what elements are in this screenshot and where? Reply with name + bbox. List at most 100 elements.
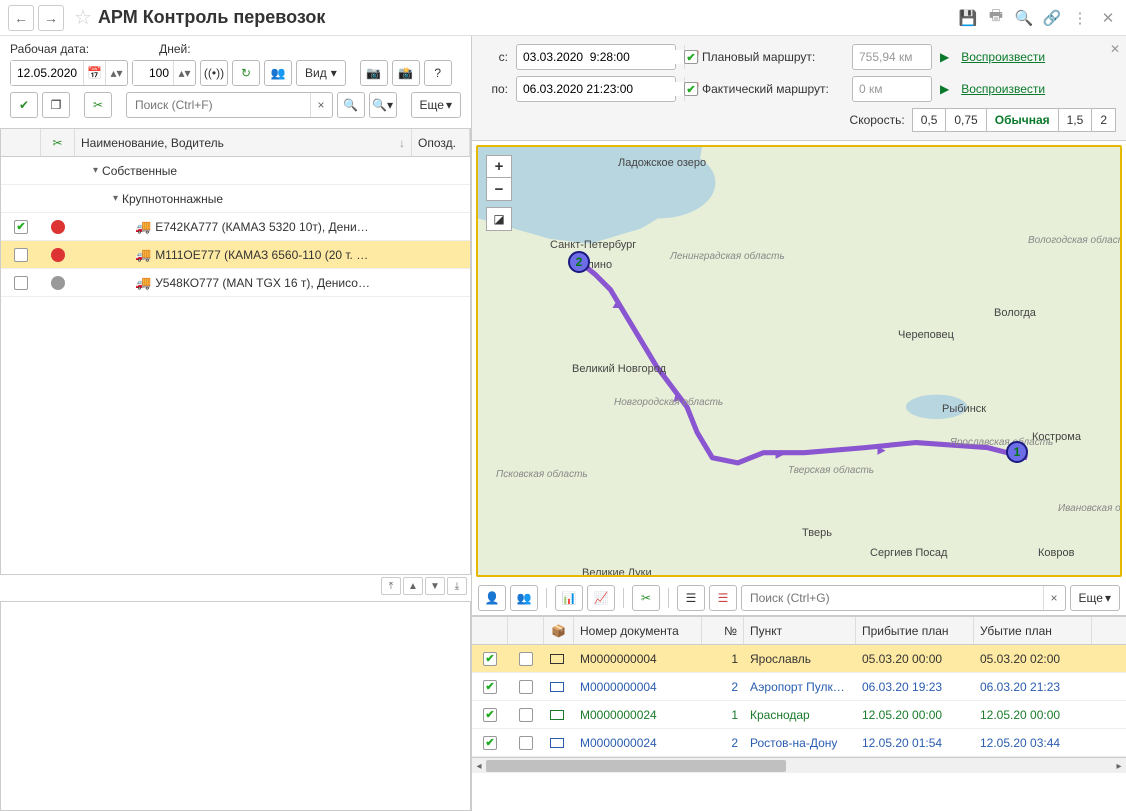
route-panel-close-icon[interactable]: ✕ — [1110, 42, 1120, 56]
save-icon[interactable]: 💾 — [958, 8, 978, 28]
single-user-icon[interactable]: 👤 — [478, 585, 506, 611]
point-row[interactable]: ✔ М0000000004 1 Ярославль 05.03.20 00:00… — [472, 645, 1126, 673]
map-zoom-in[interactable]: + — [487, 156, 511, 178]
map-layers-icon[interactable]: ◪ — [486, 207, 512, 231]
row-checkbox[interactable] — [14, 276, 28, 290]
nav-forward-button[interactable]: → — [38, 5, 64, 31]
row-checkbox[interactable]: ✔ — [483, 708, 497, 722]
calendar-icon[interactable]: 📅 — [83, 61, 105, 85]
h-scrollbar[interactable]: ◂ ▸ — [472, 757, 1126, 773]
row-checkbox2[interactable] — [519, 680, 533, 694]
points-search-input[interactable]: × — [741, 585, 1066, 611]
camera-icon[interactable]: 📷 — [360, 60, 388, 86]
speed-option[interactable]: 0,5 — [912, 108, 947, 132]
planned-route-checkbox[interactable]: ✔Плановый маршрут: — [684, 50, 844, 64]
scroll-thumb[interactable] — [486, 760, 786, 772]
users-icon[interactable]: 👥 — [264, 60, 292, 86]
route-map[interactable]: + − ◪ Санкт-ПетербургВеликий Новг — [476, 145, 1122, 577]
check-all-button[interactable]: ✔ — [10, 92, 38, 118]
col-name[interactable]: Наименование, Водитель — [81, 136, 224, 150]
row-checkbox[interactable]: ✔ — [483, 736, 497, 750]
copy-button[interactable]: ❐ — [42, 92, 70, 118]
chart2-icon[interactable]: 📈 — [587, 585, 615, 611]
refresh-icon[interactable]: ↻ — [232, 60, 260, 86]
route-tool-icon[interactable]: ✂ — [632, 585, 660, 611]
map-waypoint[interactable]: 2 — [568, 251, 590, 273]
search-input[interactable]: × — [126, 92, 333, 118]
row-checkbox2[interactable] — [519, 736, 533, 750]
list2-icon[interactable]: ☰ — [709, 585, 737, 611]
search-clear-icon[interactable]: × — [1043, 586, 1065, 610]
days-input[interactable]: ▴▾ — [132, 60, 196, 86]
print-icon[interactable]: 🖶 — [986, 8, 1006, 28]
scroll-right-arrow[interactable]: ▸ — [1112, 758, 1126, 774]
days-spinner[interactable]: ▴▾ — [173, 61, 195, 85]
nav-back-button[interactable]: ← — [8, 5, 34, 31]
vehicle-row[interactable]: ✔ 🚚Е742КА777 (КАМАЗ 5320 10т), Дени… — [1, 213, 470, 241]
point-row[interactable]: ✔ М0000000024 2 Ростов-на-Дону 12.05.20 … — [472, 729, 1126, 757]
speed-option[interactable]: 2 — [1091, 108, 1116, 132]
list1-icon[interactable]: ☰ — [677, 585, 705, 611]
play-planned-link[interactable]: Воспроизвести — [961, 50, 1045, 64]
menu-dots-icon[interactable]: ⋮ — [1070, 8, 1090, 28]
speed-option[interactable]: 0,75 — [945, 108, 986, 132]
col-doc[interactable]: Номер документа — [574, 617, 702, 644]
map-city-label: Великие Луки — [582, 567, 652, 577]
scroll-left-arrow[interactable]: ◂ — [472, 758, 486, 774]
view-mode-button[interactable]: Вид▾ — [296, 60, 346, 86]
row-checkbox[interactable]: ✔ — [483, 652, 497, 666]
multi-user-icon[interactable]: 👥 — [510, 585, 538, 611]
search-down-icon[interactable]: 🔍▾ — [369, 92, 397, 118]
point-name: Ярославль — [744, 645, 856, 672]
row-checkbox[interactable] — [14, 248, 28, 262]
row-checkbox2[interactable] — [519, 708, 533, 722]
actual-route-checkbox[interactable]: ✔Фактический маршрут: — [684, 82, 844, 96]
search-clear-icon[interactable]: × — [310, 93, 332, 117]
tree-nav-down[interactable]: ▼ — [425, 577, 445, 595]
chart1-icon[interactable]: 📊 — [555, 585, 583, 611]
group-own[interactable]: Собственные — [102, 164, 177, 178]
row-checkbox[interactable]: ✔ — [14, 220, 28, 234]
play-icon[interactable]: ▶ — [940, 82, 949, 96]
col-num[interactable]: № — [702, 617, 744, 644]
route-tool-button[interactable]: ✂ — [84, 92, 112, 118]
snapshot-icon[interactable]: 📸 — [392, 60, 420, 86]
map-zoom-out[interactable]: − — [487, 178, 511, 200]
col-arrival[interactable]: Прибытие план — [856, 617, 974, 644]
row-checkbox2[interactable] — [519, 652, 533, 666]
signal-icon[interactable]: ((•)) — [200, 60, 228, 86]
tree-nav-up[interactable]: ▲ — [403, 577, 423, 595]
left-bottom-panel — [0, 601, 471, 811]
vehicle-row[interactable]: 🚚У548КО777 (MAN TGX 16 т), Денисо… — [1, 269, 470, 297]
group-heavy[interactable]: Крупнотоннажные — [122, 192, 223, 206]
col-departure[interactable]: Убытие план — [974, 617, 1092, 644]
play-actual-link[interactable]: Воспроизвести — [961, 82, 1045, 96]
departure-plan: 12.05.20 03:44 — [974, 729, 1092, 756]
speed-selector[interactable]: 0,50,75Обычная1,52 — [913, 108, 1116, 132]
work-date-input[interactable]: 📅 ▴▾ — [10, 60, 128, 86]
points-more-button[interactable]: Еще▾ — [1070, 585, 1120, 611]
col-point[interactable]: Пункт — [744, 617, 856, 644]
tree-nav-bottom[interactable]: ⤓ — [447, 577, 467, 595]
speed-option[interactable]: Обычная — [986, 108, 1059, 132]
point-row[interactable]: ✔ М0000000004 2 Аэропорт Пулк… 06.03.20 … — [472, 673, 1126, 701]
point-row[interactable]: ✔ М0000000024 1 Краснодар 12.05.20 00:00… — [472, 701, 1126, 729]
favorite-star-icon[interactable]: ☆ — [74, 5, 92, 30]
preview-icon[interactable]: 🔍 — [1014, 8, 1034, 28]
link-icon[interactable]: 🔗 — [1042, 8, 1062, 28]
play-icon[interactable]: ▶ — [940, 50, 949, 64]
help-icon[interactable]: ? — [424, 60, 452, 86]
tree-nav-top[interactable]: ⤒ — [381, 577, 401, 595]
vehicle-row[interactable]: 🚚М111ОЕ777 (КАМАЗ 6560-110 (20 т. … — [1, 241, 470, 269]
col-late[interactable]: Опозд. — [418, 136, 456, 150]
speed-option[interactable]: 1,5 — [1058, 108, 1093, 132]
more-actions-button[interactable]: Еще▾ — [411, 92, 461, 118]
to-datetime-input[interactable]: 📅 — [516, 76, 676, 102]
from-datetime-input[interactable]: 📅 — [516, 44, 676, 70]
close-icon[interactable]: ✕ — [1098, 8, 1118, 28]
row-checkbox[interactable]: ✔ — [483, 680, 497, 694]
date-spinner[interactable]: ▴▾ — [105, 61, 127, 85]
map-waypoint[interactable]: 1 — [1006, 441, 1028, 463]
search-go-icon[interactable]: 🔍 — [337, 92, 365, 118]
truck-icon: 🚚 — [135, 219, 151, 235]
